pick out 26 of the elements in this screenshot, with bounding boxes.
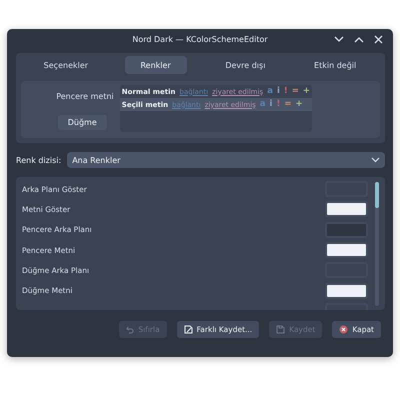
minimize-icon[interactable] — [334, 36, 344, 43]
window-title: Nord Dark — KColorSchemeEditor — [132, 35, 268, 44]
maximize-icon[interactable] — [354, 36, 364, 43]
color-set-label: Renk dizisi: — [16, 156, 62, 164]
tab[interactable]: Seçenekler — [35, 56, 97, 74]
chevron-down-icon — [371, 157, 380, 163]
symbol-sample: i — [276, 87, 280, 96]
close-circle-icon — [339, 325, 348, 334]
symbol-sample: + — [295, 100, 303, 109]
preview-button[interactable]: Düğme — [58, 115, 107, 130]
symbol-sample: = — [292, 87, 299, 96]
symbol-sample: ! — [276, 100, 280, 109]
symbol-sample: ! — [284, 87, 288, 96]
tab[interactable]: Renkler — [124, 56, 186, 74]
symbol-sample: + — [302, 87, 310, 96]
undo-icon — [126, 326, 134, 334]
symbol-sample: = — [284, 100, 292, 109]
symbol-sample: i — [270, 100, 272, 109]
tab[interactable]: Devre dışı — [214, 56, 276, 74]
close-icon[interactable] — [374, 35, 383, 44]
save-as-icon — [184, 325, 193, 334]
tab[interactable]: Etkin değil — [304, 56, 366, 74]
color-set-dropdown[interactable]: Ana Renkler — [67, 152, 385, 168]
symbol-sample: a — [267, 87, 273, 96]
preview-label: Pencere metni — [56, 92, 114, 101]
symbol-sample: a — [260, 100, 266, 109]
